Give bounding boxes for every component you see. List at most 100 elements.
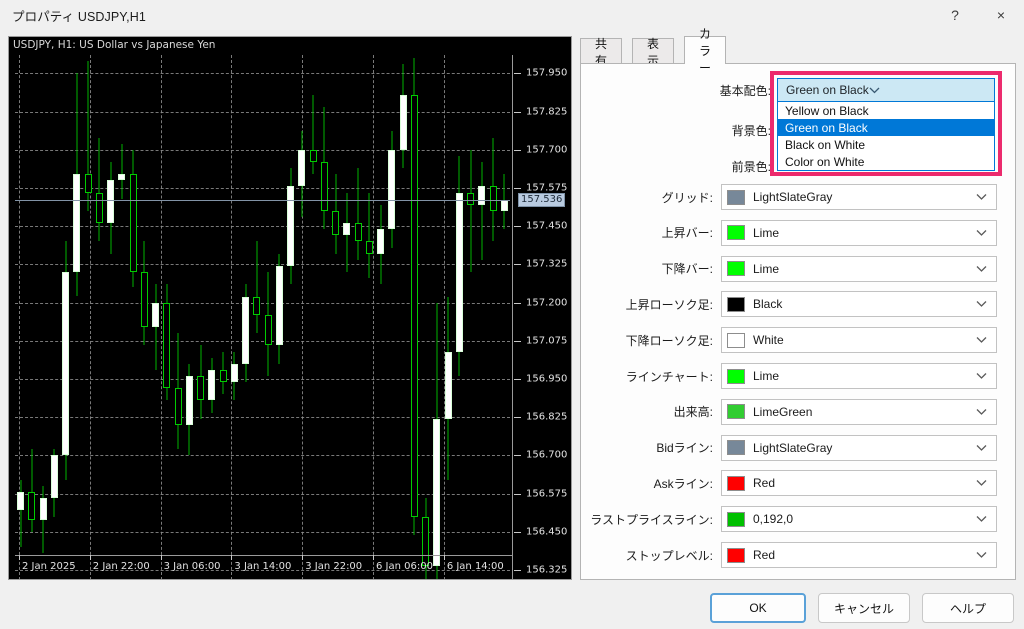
- candle-body: [433, 419, 440, 566]
- chart-y-axis: 157.950157.825157.700157.575157.450157.3…: [512, 37, 571, 579]
- candlestick: [456, 55, 463, 579]
- cancel-button[interactable]: キャンセル: [818, 593, 910, 623]
- candle-body: [298, 150, 305, 187]
- window-title: プロパティ USDJPY,H1: [12, 6, 146, 25]
- color-combobox-5[interactable]: White: [721, 327, 997, 353]
- scheme-dropdown-list[interactable]: Yellow on BlackGreen on BlackBlack on Wh…: [777, 102, 995, 171]
- x-tick-mark-4: [302, 555, 303, 560]
- color-combobox-11[interactable]: Red: [721, 542, 997, 568]
- candle-body: [186, 376, 193, 425]
- y-tick-mark-4: [514, 226, 521, 227]
- candle-body: [152, 303, 159, 327]
- y-tick-mark-11: [514, 494, 521, 495]
- y-tick-label-3: 157.575: [526, 182, 567, 193]
- color-row-label: グリッド:: [662, 184, 713, 210]
- y-tick-label-7: 157.075: [526, 335, 567, 346]
- scheme-option-4[interactable]: Color on White: [778, 153, 994, 170]
- candle-body: [343, 223, 350, 235]
- candle-body: [40, 498, 47, 519]
- candlestick: [163, 55, 170, 579]
- color-combobox-10[interactable]: 0,192,0: [721, 506, 997, 532]
- color-swatch: [727, 333, 745, 348]
- color-swatch: [727, 225, 745, 240]
- color-value: Lime: [753, 226, 779, 240]
- candlestick: [186, 55, 193, 579]
- color-swatch: [727, 548, 745, 563]
- color-swatch: [727, 190, 745, 205]
- help-button[interactable]: ヘルプ: [922, 593, 1014, 623]
- candlestick: [422, 55, 429, 579]
- color-combobox-8[interactable]: LightSlateGray: [721, 435, 997, 461]
- color-combobox-6[interactable]: Lime: [721, 363, 997, 389]
- candle-body: [242, 297, 249, 364]
- candlestick: [242, 55, 249, 579]
- candle-body: [231, 364, 238, 382]
- y-tick-label-9: 156.825: [526, 412, 567, 423]
- candlestick: [208, 55, 215, 579]
- candlestick: [141, 55, 148, 579]
- color-combobox-4[interactable]: Black: [721, 291, 997, 317]
- candle-body: [51, 455, 58, 498]
- candlestick: [445, 55, 452, 579]
- candle-body: [377, 229, 384, 253]
- y-tick-mark-12: [514, 532, 521, 533]
- chevron-down-icon: [976, 480, 987, 487]
- color-combobox-1[interactable]: LightSlateGray: [721, 184, 997, 210]
- y-tick-mark-13: [514, 570, 521, 571]
- color-row-label: 下降バー:: [662, 256, 713, 282]
- candlestick: [400, 55, 407, 579]
- color-combobox-7[interactable]: LimeGreen: [721, 399, 997, 425]
- scheme-option-1[interactable]: Yellow on Black: [778, 102, 994, 119]
- x-tick-label-4: 3 Jan 22:00: [305, 561, 362, 572]
- color-row-9: Askライン:Red: [596, 470, 1010, 496]
- candlestick: [332, 55, 339, 579]
- y-tick-label-13: 156.325: [526, 565, 567, 576]
- color-row-label: 下降ローソク足:: [626, 327, 713, 353]
- x-tick-mark-6: [444, 555, 445, 560]
- color-value: LightSlateGray: [753, 190, 832, 204]
- candle-body: [163, 303, 170, 389]
- color-row-label: ストップレベル:: [626, 542, 713, 568]
- x-tick-mark-0: [19, 555, 20, 560]
- color-swatch: [727, 369, 745, 384]
- candle-body: [208, 370, 215, 401]
- color-row-label: 上昇バー:: [662, 220, 713, 246]
- ok-button[interactable]: OK: [710, 593, 806, 623]
- scheme-option-3[interactable]: Black on White: [778, 136, 994, 153]
- help-icon[interactable]: ?: [932, 0, 978, 30]
- color-row-5: 下降ローソク足: White: [596, 327, 1010, 353]
- color-combobox-2[interactable]: Lime: [721, 220, 997, 246]
- color-row-2: 上昇バー: Lime: [596, 220, 1010, 246]
- properties-dialog: プロパティ USDJPY,H1 ? × USDJPY, H1: US Dolla…: [0, 0, 1024, 629]
- scheme-value: Green on Black: [786, 83, 869, 97]
- color-row-label: 出来高:: [674, 399, 713, 425]
- candlestick: [28, 55, 35, 579]
- candle-body: [130, 174, 137, 272]
- tab-2[interactable]: 表示: [632, 38, 674, 64]
- color-combobox-9[interactable]: Red: [721, 470, 997, 496]
- candle-wick: [481, 162, 482, 260]
- x-tick-label-6: 6 Jan 14:00: [447, 561, 504, 572]
- color-swatch: [727, 512, 745, 527]
- tab-3[interactable]: カラー: [684, 36, 726, 64]
- candlestick: [287, 55, 294, 579]
- tab-1[interactable]: 共有: [580, 38, 622, 64]
- candlestick: [73, 55, 80, 579]
- close-icon[interactable]: ×: [978, 0, 1024, 30]
- color-combobox-3[interactable]: Lime: [721, 256, 997, 282]
- candlestick: [321, 55, 328, 579]
- candlestick: [467, 55, 474, 579]
- candle-body: [276, 266, 283, 345]
- candlestick: [298, 55, 305, 579]
- tab-label: カラー: [699, 25, 711, 76]
- candle-wick: [99, 138, 100, 242]
- y-tick-label-12: 156.450: [526, 526, 567, 537]
- candle-body: [17, 492, 24, 510]
- candle-body: [253, 297, 260, 315]
- candlestick: [388, 55, 395, 579]
- scheme-option-2[interactable]: Green on Black: [778, 119, 994, 136]
- chart-preview[interactable]: USDJPY, H1: US Dollar vs Japanese Yen 15…: [8, 36, 572, 580]
- color-row-6: ラインチャート:Lime: [596, 363, 1010, 389]
- grid-line-v-2: [161, 55, 162, 579]
- scheme-combobox[interactable]: Green on Black: [777, 78, 995, 102]
